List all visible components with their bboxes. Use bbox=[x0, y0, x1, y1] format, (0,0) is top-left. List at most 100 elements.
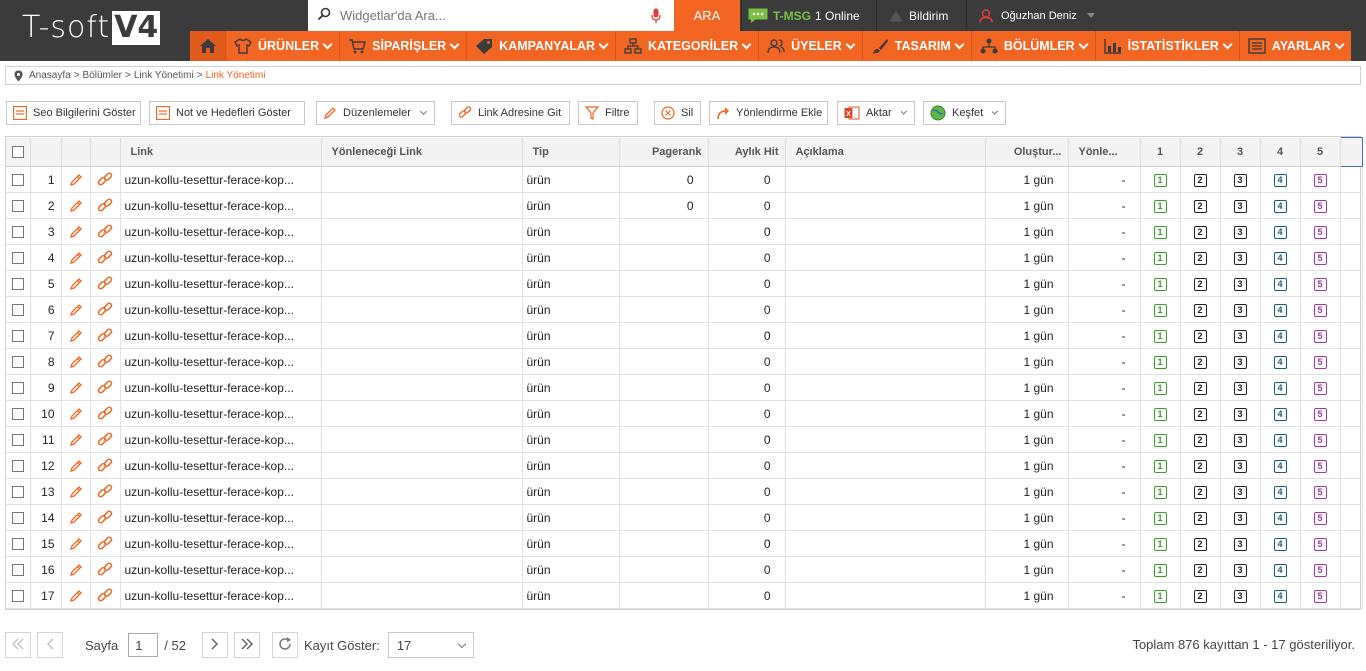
row-checkbox[interactable] bbox=[11, 278, 24, 291]
col-flag-5[interactable]: 5 bbox=[1300, 137, 1341, 167]
pencil-icon[interactable] bbox=[69, 329, 83, 343]
flag-2-icon[interactable]: 2 bbox=[1193, 200, 1207, 213]
flag-1-icon[interactable]: 1 bbox=[1153, 304, 1167, 317]
cell-redirect-link[interactable] bbox=[321, 426, 523, 453]
cell-link[interactable]: uzun-kollu-tesettur-ferace-kop... bbox=[120, 218, 322, 245]
flag-4-icon[interactable]: 4 bbox=[1273, 252, 1287, 265]
user-menu[interactable]: Oğuzhan Deniz bbox=[966, 0, 1102, 31]
flag-3-icon[interactable]: 3 bbox=[1233, 304, 1247, 317]
flag-5-icon[interactable]: 5 bbox=[1313, 434, 1327, 447]
row-checkbox[interactable] bbox=[11, 174, 24, 187]
col-description[interactable]: Açıklama bbox=[785, 137, 986, 167]
link-icon[interactable] bbox=[97, 249, 113, 266]
flag-3-icon[interactable]: 3 bbox=[1233, 564, 1247, 577]
flag-4-icon[interactable]: 4 bbox=[1273, 564, 1287, 577]
flag-2-icon[interactable]: 2 bbox=[1193, 486, 1207, 499]
col-type[interactable]: Tip bbox=[522, 137, 620, 167]
link-icon[interactable] bbox=[97, 223, 113, 240]
add-redirect-button[interactable]: Yönlendirme Ekle bbox=[709, 101, 828, 125]
goto-link-button[interactable]: Link Adresine Git bbox=[451, 101, 570, 125]
flag-2-icon[interactable]: 2 bbox=[1193, 434, 1207, 447]
export-menu-button[interactable]: X Aktar bbox=[837, 101, 915, 125]
flag-5-icon[interactable]: 5 bbox=[1313, 278, 1327, 291]
row-checkbox[interactable] bbox=[11, 486, 24, 499]
row-checkbox[interactable] bbox=[11, 356, 24, 369]
nav-siparisler[interactable]: SİPARİŞLER bbox=[340, 31, 468, 61]
flag-5-icon[interactable]: 5 bbox=[1313, 252, 1327, 265]
table-row[interactable]: 14 uzun-kollu-tesettur-ferace-kop... ürün 0… bbox=[6, 504, 1363, 531]
cell-description[interactable] bbox=[785, 244, 986, 271]
cell-link[interactable]: uzun-kollu-tesettur-ferace-kop... bbox=[120, 426, 322, 453]
cell-redirect-link[interactable] bbox=[321, 270, 523, 297]
row-checkbox[interactable] bbox=[11, 512, 24, 525]
row-checkbox[interactable] bbox=[11, 564, 24, 577]
flag-5-icon[interactable]: 5 bbox=[1313, 512, 1327, 525]
pencil-icon[interactable] bbox=[69, 381, 83, 395]
nav-bolumler[interactable]: BÖLÜMLER bbox=[972, 31, 1096, 61]
nav-urunler[interactable]: ÜRÜNLER bbox=[226, 31, 341, 61]
cell-description[interactable] bbox=[785, 452, 986, 479]
link-icon[interactable] bbox=[97, 587, 113, 604]
cell-link[interactable]: uzun-kollu-tesettur-ferace-kop... bbox=[120, 530, 322, 557]
pencil-icon[interactable] bbox=[69, 407, 83, 421]
link-icon[interactable] bbox=[97, 171, 113, 188]
col-flag-4[interactable]: 4 bbox=[1260, 137, 1301, 167]
cell-link[interactable]: uzun-kollu-tesettur-ferace-kop... bbox=[120, 374, 322, 401]
flag-5-icon[interactable]: 5 bbox=[1313, 408, 1327, 421]
link-icon[interactable] bbox=[97, 379, 113, 396]
notifications-button[interactable]: Bildirim bbox=[876, 0, 966, 31]
table-row[interactable]: 1 uzun-kollu-tesettur-ferace-kop... ürün 0 0… bbox=[6, 166, 1363, 193]
table-row[interactable]: 9 uzun-kollu-tesettur-ferace-kop... ürün 0 1… bbox=[6, 374, 1363, 401]
flag-4-icon[interactable]: 4 bbox=[1273, 304, 1287, 317]
delete-button[interactable]: Sil bbox=[654, 101, 701, 125]
flag-3-icon[interactable]: 3 bbox=[1233, 356, 1247, 369]
col-pagerank[interactable]: Pagerank bbox=[619, 137, 709, 167]
col-flag-2[interactable]: 2 bbox=[1180, 137, 1221, 167]
flag-4-icon[interactable]: 4 bbox=[1273, 408, 1287, 421]
row-checkbox[interactable] bbox=[11, 538, 24, 551]
cell-description[interactable] bbox=[785, 400, 986, 427]
flag-5-icon[interactable]: 5 bbox=[1313, 174, 1327, 187]
link-icon[interactable] bbox=[97, 353, 113, 370]
cell-link[interactable]: uzun-kollu-tesettur-ferace-kop... bbox=[120, 244, 322, 271]
search-button[interactable]: ARA bbox=[674, 0, 740, 31]
cell-link[interactable]: uzun-kollu-tesettur-ferace-kop... bbox=[120, 556, 322, 583]
flag-4-icon[interactable]: 4 bbox=[1273, 512, 1287, 525]
next-page-button[interactable] bbox=[201, 632, 228, 658]
flag-1-icon[interactable]: 1 bbox=[1153, 486, 1167, 499]
flag-5-icon[interactable]: 5 bbox=[1313, 486, 1327, 499]
cell-link[interactable]: uzun-kollu-tesettur-ferace-kop... bbox=[120, 296, 322, 323]
cell-link[interactable]: uzun-kollu-tesettur-ferace-kop... bbox=[120, 400, 322, 427]
flag-1-icon[interactable]: 1 bbox=[1153, 564, 1167, 577]
flag-4-icon[interactable]: 4 bbox=[1273, 434, 1287, 447]
table-row[interactable]: 3 uzun-kollu-tesettur-ferace-kop... ürün 0 1… bbox=[6, 218, 1363, 245]
table-row[interactable]: 5 uzun-kollu-tesettur-ferace-kop... ürün 0 1… bbox=[6, 270, 1363, 297]
flag-2-icon[interactable]: 2 bbox=[1193, 538, 1207, 551]
pencil-icon[interactable] bbox=[69, 277, 83, 291]
row-checkbox[interactable] bbox=[11, 226, 24, 239]
cell-redirect-link[interactable] bbox=[321, 452, 523, 479]
table-row[interactable]: 2 uzun-kollu-tesettur-ferace-kop... ürün 0 0… bbox=[6, 192, 1363, 219]
flag-3-icon[interactable]: 3 bbox=[1233, 278, 1247, 291]
flag-5-icon[interactable]: 5 bbox=[1313, 304, 1327, 317]
cell-description[interactable] bbox=[785, 504, 986, 531]
flag-2-icon[interactable]: 2 bbox=[1193, 174, 1207, 187]
table-row[interactable]: 8 uzun-kollu-tesettur-ferace-kop... ürün 0 1… bbox=[6, 348, 1363, 375]
cell-redirect-link[interactable] bbox=[321, 400, 523, 427]
row-checkbox[interactable] bbox=[11, 460, 24, 473]
prev-page-button[interactable] bbox=[37, 632, 63, 658]
flag-4-icon[interactable]: 4 bbox=[1273, 330, 1287, 343]
pencil-icon[interactable] bbox=[69, 563, 83, 577]
link-icon[interactable] bbox=[97, 301, 113, 318]
cell-link[interactable]: uzun-kollu-tesettur-ferace-kop... bbox=[120, 192, 322, 219]
nav-home[interactable] bbox=[190, 31, 226, 61]
edit-menu-button[interactable]: Düzenlemeler bbox=[316, 101, 435, 125]
cell-redirect-link[interactable] bbox=[321, 244, 523, 271]
link-icon[interactable] bbox=[97, 431, 113, 448]
table-row[interactable]: 10 uzun-kollu-tesettur-ferace-kop... ürün 0… bbox=[6, 400, 1363, 427]
row-checkbox[interactable] bbox=[11, 304, 24, 317]
flag-1-icon[interactable]: 1 bbox=[1153, 226, 1167, 239]
cell-description[interactable] bbox=[785, 270, 986, 297]
flag-4-icon[interactable]: 4 bbox=[1273, 460, 1287, 473]
cell-link[interactable]: uzun-kollu-tesettur-ferace-kop... bbox=[120, 348, 322, 375]
